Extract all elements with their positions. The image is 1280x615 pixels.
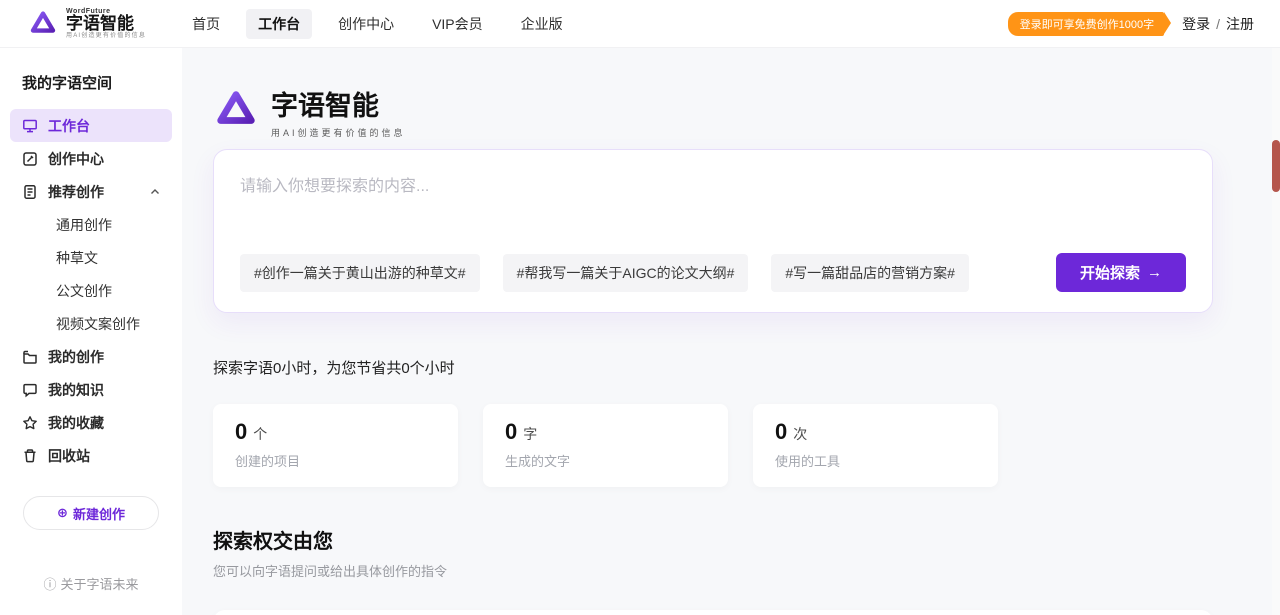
creation-center-icon: [22, 151, 38, 167]
app-logo[interactable]: WordFuture 字语智能 用AI创造更有价值的信息: [28, 8, 146, 39]
stat-value: 0: [235, 419, 247, 445]
stat-unit: 个: [253, 424, 267, 444]
stat-card-words: 0 字 生成的文字: [483, 404, 728, 487]
section-title: 探索权交由您: [213, 525, 1213, 554]
stat-card-tools: 0 次 使用的工具: [753, 404, 998, 487]
sidebar-subitem-official[interactable]: 公文创作: [10, 274, 172, 307]
sidebar-item-creation-center[interactable]: 创作中心: [10, 142, 172, 175]
nav-item-creation-center[interactable]: 创作中心: [326, 9, 406, 39]
sidebar-item-label: 工作台: [48, 116, 90, 136]
suggestion-chip-dessert[interactable]: #写一篇甜品店的营销方案#: [771, 254, 969, 292]
nav-item-enterprise[interactable]: 企业版: [509, 9, 575, 39]
sidebar-item-workbench[interactable]: 工作台: [10, 109, 172, 142]
sidebar-item-favorites[interactable]: 我的收藏: [10, 406, 172, 439]
suggestion-chip-huangshan[interactable]: #创作一篇关于黄山出游的种草文#: [240, 254, 480, 292]
brand-tagline: 用AI创造更有价值的信息: [66, 33, 146, 39]
stat-value: 0: [775, 419, 787, 445]
about-label: 关于字语未来: [61, 574, 139, 593]
search-panel: #创作一篇关于黄山出游的种草文# #帮我写一篇关于AIGC的论文大纲# #写一篇…: [213, 149, 1213, 313]
suggestion-chip-aigc[interactable]: #帮我写一篇关于AIGC的论文大纲#: [503, 254, 749, 292]
plus-circle-icon: ⊕: [57, 505, 68, 521]
sidebar-item-label: 我的知识: [48, 380, 104, 400]
nav-item-vip[interactable]: VIP会员: [420, 9, 495, 39]
sidebar-subitem-seeding[interactable]: 种草文: [10, 241, 172, 274]
login-link[interactable]: 登录: [1182, 14, 1210, 34]
page-scrollbar[interactable]: [1272, 48, 1280, 615]
arrow-right-icon: →: [1147, 264, 1162, 281]
register-link[interactable]: 注册: [1226, 14, 1254, 34]
auth-divider: /: [1216, 16, 1220, 32]
sidebar-item-label: 我的收藏: [48, 413, 104, 433]
sidebar-subitem-video-copy[interactable]: 视频文案创作: [10, 307, 172, 340]
stat-label: 生成的文字: [505, 451, 706, 470]
qa-example-card: “ 字语智能是什么? 嗯，帮我创作一篇北京出游攻略 ▴: [213, 610, 1213, 615]
workbench-icon: [22, 118, 38, 134]
about-link[interactable]: ⓘ 关于字语未来: [10, 574, 172, 593]
search-input[interactable]: [240, 172, 1186, 236]
top-navbar: WordFuture 字语智能 用AI创造更有价值的信息 首页 工作台 创作中心…: [0, 0, 1280, 48]
stat-unit: 字: [523, 424, 537, 444]
sidebar-item-label: 回收站: [48, 446, 90, 466]
stat-label: 使用的工具: [775, 451, 976, 470]
hero-brand-name: 字语智能: [271, 84, 406, 123]
sidebar-item-label: 推荐创作: [48, 182, 104, 202]
nav-menu: 首页 工作台 创作中心 VIP会员 企业版: [180, 9, 575, 39]
new-creation-label: 新建创作: [73, 504, 125, 523]
brand-triangle-icon: [28, 8, 58, 38]
my-knowledge-icon: [22, 382, 38, 398]
sidebar-item-label: 我的创作: [48, 347, 104, 367]
brand-triangle-icon-large: [213, 86, 259, 137]
recycle-bin-icon: [22, 448, 38, 464]
hero-brand-block: 字语智能 用AI创造更有价值的信息: [213, 84, 1213, 139]
brand-name: 字语智能: [66, 15, 146, 33]
section-subtitle: 您可以向字语提问或给出具体创作的指令: [213, 561, 1213, 580]
usage-summary-text: 探索字语0小时，为您节省共0个小时: [213, 357, 1213, 378]
sidebar-item-my-works[interactable]: 我的创作: [10, 340, 172, 373]
stat-card-projects: 0 个 创建的项目: [213, 404, 458, 487]
sidebar-title: 我的字语空间: [10, 62, 172, 109]
auth-links: 登录 / 注册: [1182, 14, 1254, 34]
sidebar-item-label: 创作中心: [48, 149, 104, 169]
start-explore-button[interactable]: 开始探索 →: [1056, 253, 1186, 292]
nav-item-workbench[interactable]: 工作台: [246, 9, 312, 39]
favorites-icon: [22, 415, 38, 431]
sidebar-item-my-knowledge[interactable]: 我的知识: [10, 373, 172, 406]
nav-item-home[interactable]: 首页: [180, 9, 232, 39]
stat-value: 0: [505, 419, 517, 445]
start-explore-label: 开始探索: [1080, 262, 1140, 283]
sidebar: 我的字语空间 工作台 创作中心 推荐创作: [0, 48, 182, 615]
nav-right: 登录即可享免费创作1000字 登录 / 注册: [1008, 12, 1254, 36]
my-works-icon: [22, 349, 38, 365]
hero-tagline: 用AI创造更有价值的信息: [271, 126, 406, 139]
scrollbar-thumb[interactable]: [1272, 140, 1280, 192]
main-content: 字语智能 用AI创造更有价值的信息 #创作一篇关于黄山出游的种草文# #帮我写一…: [182, 48, 1280, 615]
chevron-up-icon[interactable]: [150, 187, 160, 197]
suggestion-chips-row: #创作一篇关于黄山出游的种草文# #帮我写一篇关于AIGC的论文大纲# #写一篇…: [240, 253, 1186, 292]
recommend-icon: [22, 184, 38, 200]
sidebar-subitem-general[interactable]: 通用创作: [10, 208, 172, 241]
stat-cards-row: 0 个 创建的项目 0 字 生成的文字 0 次: [213, 404, 1213, 487]
login-promo-badge[interactable]: 登录即可享免费创作1000字: [1008, 12, 1164, 36]
stat-label: 创建的项目: [235, 451, 436, 470]
stat-unit: 次: [793, 424, 807, 444]
sidebar-item-recycle-bin[interactable]: 回收站: [10, 439, 172, 472]
info-circle-icon: ⓘ: [43, 574, 56, 593]
new-creation-button[interactable]: ⊕ 新建创作: [23, 496, 159, 530]
explore-section-header: 探索权交由您 您可以向字语提问或给出具体创作的指令: [213, 525, 1213, 580]
sidebar-item-recommend[interactable]: 推荐创作: [10, 175, 172, 208]
